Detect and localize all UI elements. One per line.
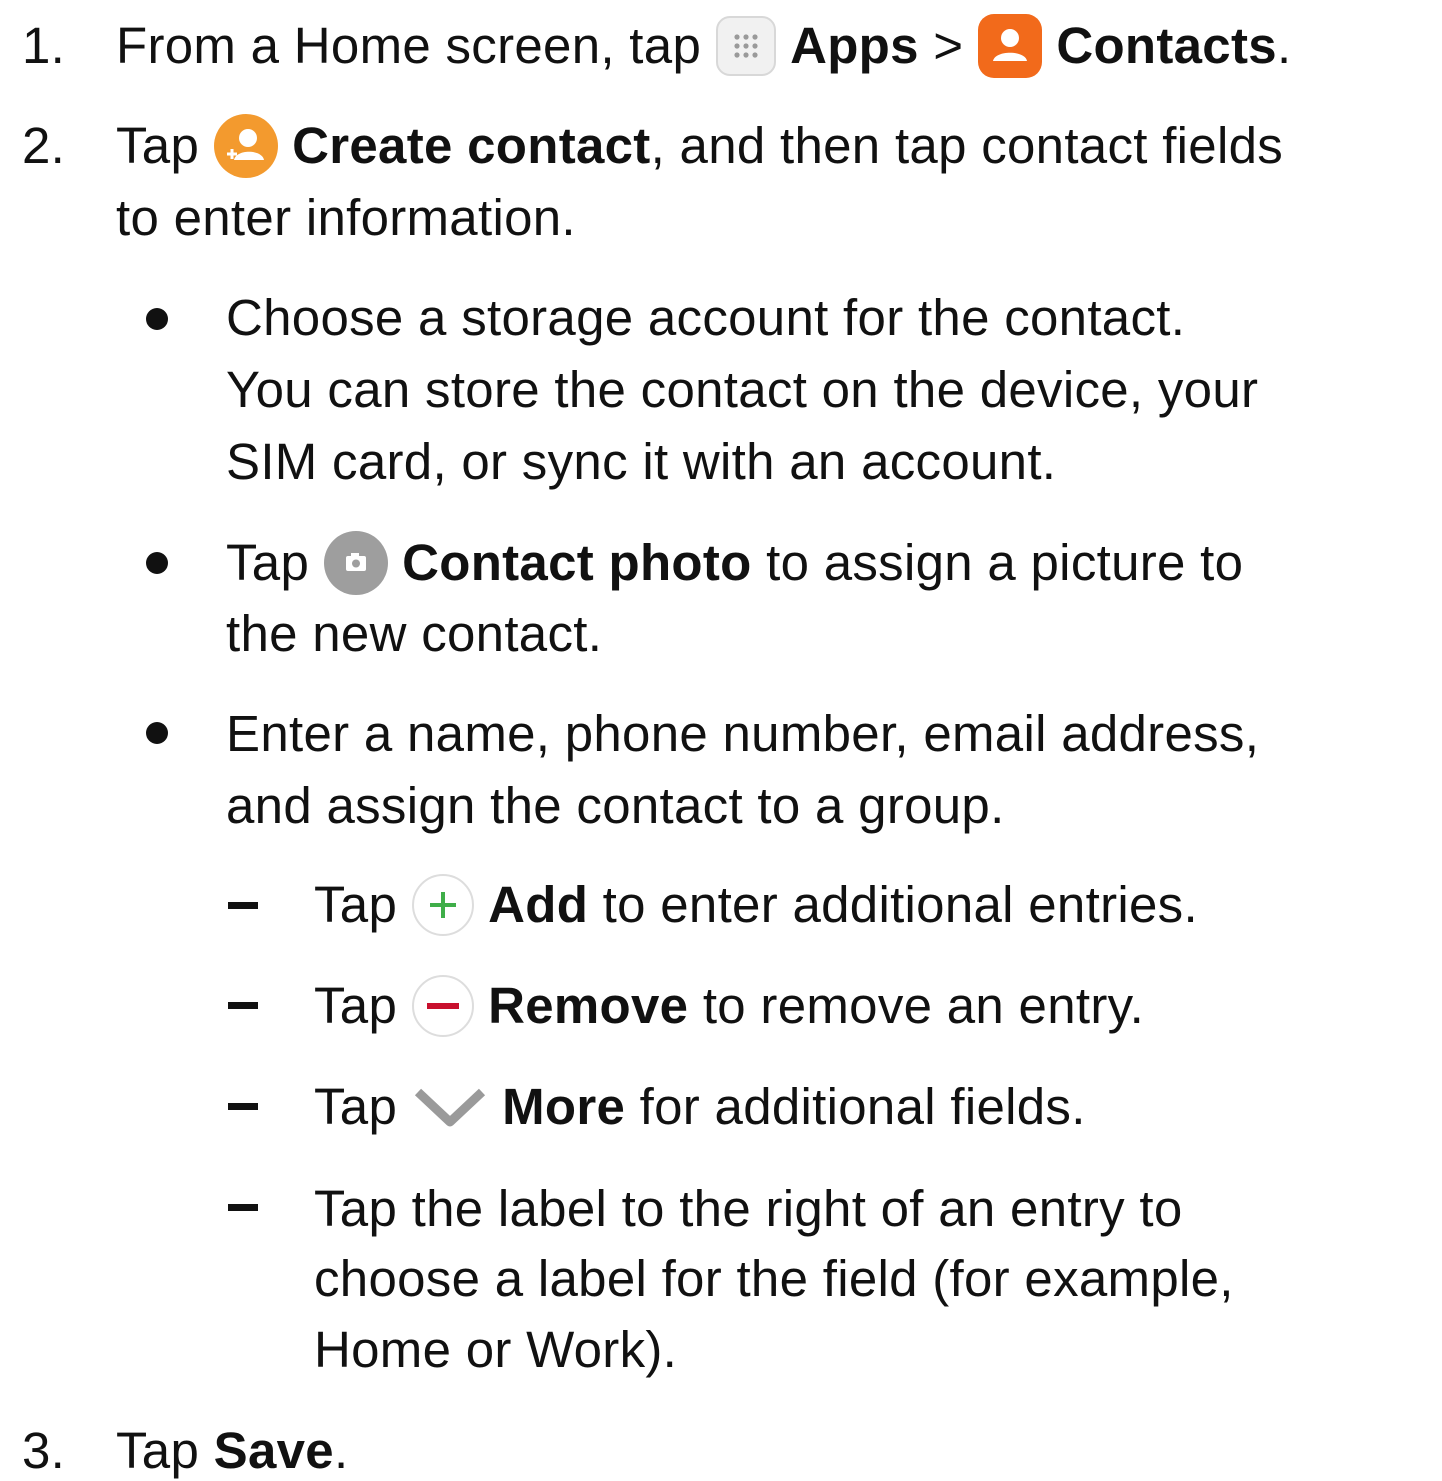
remove-label: Remove (488, 977, 689, 1034)
photo-line-2: the new contact. (226, 605, 603, 662)
dash (228, 1103, 258, 1110)
label-line-1: Tap the label to the right of an entry t… (314, 1180, 1183, 1237)
step-3-number: 3. (22, 1422, 66, 1479)
dash (228, 1204, 258, 1211)
add-label: Add (488, 876, 589, 933)
more-line: Tap More for additional fields. (314, 1077, 1086, 1137)
bullet (146, 722, 168, 744)
label-line-3: Home or Work). (314, 1321, 678, 1378)
step-1-line: From a Home screen, tap Apps > Contacts. (116, 13, 1292, 82)
more-rest: for additional fields. (639, 1078, 1086, 1135)
step-2-line-2: to enter information. (116, 189, 576, 246)
chevron-down-icon (412, 1082, 488, 1132)
storage-line-1: Choose a storage account for the contact… (226, 289, 1186, 346)
apps-grid-icon (715, 15, 776, 76)
step-2-rest-1: , and then tap contact fields (650, 117, 1284, 174)
dash (228, 1002, 258, 1009)
step-2-line-1: Tap Create contact, and then tap contact… (116, 113, 1284, 182)
step-1-lead: From a Home screen, tap (116, 17, 702, 74)
plus-icon (411, 873, 474, 936)
photo-lead: Tap (226, 534, 310, 591)
apps-label: Apps (790, 17, 919, 74)
step-3-end: . (333, 1422, 349, 1479)
photo-line-1: Tap Contact photo to assign a picture to (226, 530, 1244, 599)
camera-icon (323, 530, 388, 595)
create-contact-label: Create contact (292, 117, 651, 174)
remove-line: Tap Remove to remove an entry. (314, 974, 1145, 1041)
enter-line-2: and assign the contact to a group. (226, 777, 1005, 834)
step-1-number: 1. (22, 17, 66, 74)
bullet (146, 308, 168, 330)
contact-photo-label: Contact photo (402, 534, 752, 591)
minus-icon (411, 974, 474, 1037)
storage-line-2: You can store the contact on the device,… (226, 361, 1259, 418)
add-rest: to enter additional entries. (602, 876, 1198, 933)
create-contact-icon (213, 113, 278, 178)
contacts-app-icon (977, 13, 1042, 78)
add-line: Tap Add to enter additional entries. (314, 873, 1198, 940)
bullet (146, 552, 168, 574)
dash (228, 902, 258, 909)
step-1-separator: > (933, 17, 964, 74)
photo-rest-1: to assign a picture to (766, 534, 1244, 591)
label-line-2: choose a label for the field (for exampl… (314, 1250, 1234, 1307)
step-2-lead: Tap (116, 117, 200, 174)
contacts-label: Contacts (1056, 17, 1277, 74)
save-label: Save (213, 1422, 334, 1479)
add-lead: Tap (314, 876, 398, 933)
step-1-end: . (1276, 17, 1292, 74)
step-3-lead: Tap (116, 1422, 200, 1479)
remove-rest: to remove an entry. (702, 977, 1145, 1034)
step-2-number: 2. (22, 117, 66, 174)
more-label: More (502, 1078, 626, 1135)
enter-line-1: Enter a name, phone number, email addres… (226, 705, 1260, 762)
more-lead: Tap (314, 1078, 398, 1135)
remove-lead: Tap (314, 977, 398, 1034)
step-3-line: Tap Save. (116, 1421, 348, 1481)
storage-line-3: SIM card, or sync it with an account. (226, 433, 1057, 490)
